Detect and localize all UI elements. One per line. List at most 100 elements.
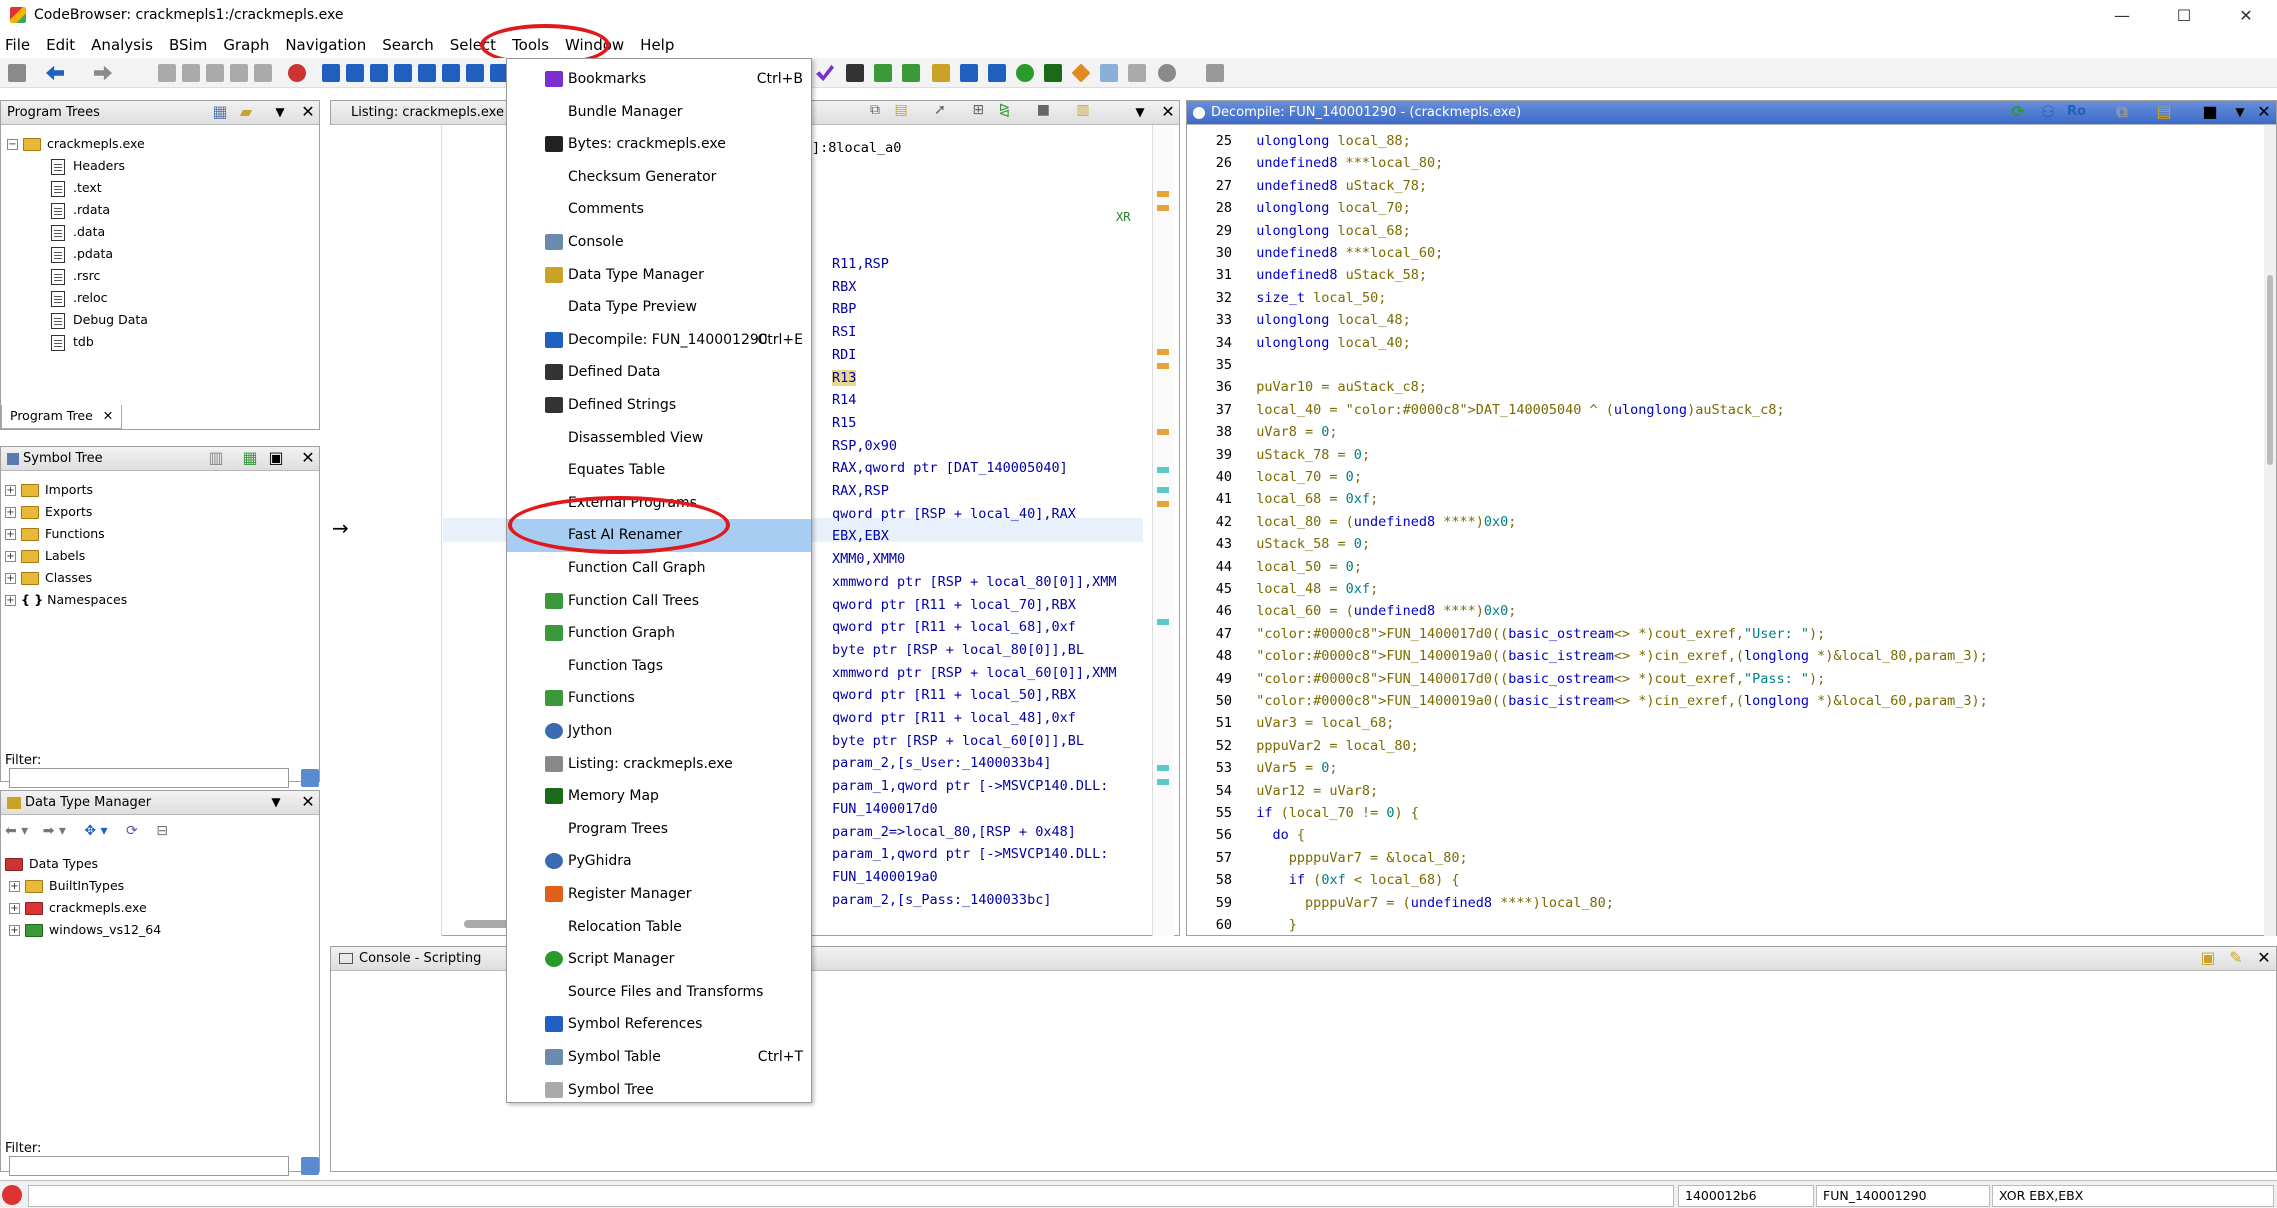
tool-icon-e[interactable]	[960, 64, 978, 82]
tree-item-exports[interactable]: + Exports	[5, 501, 127, 523]
decompile-line[interactable]: 56 do {	[1190, 824, 1305, 846]
menu-item-defined-strings[interactable]: Defined Strings	[507, 389, 811, 422]
tree-root[interactable]: − crackmepls.exe	[7, 133, 148, 155]
listing-operand-row[interactable]: xmmword ptr [RSP + local_60[0]],XMM	[832, 665, 1116, 681]
back-arrow-icon[interactable]	[46, 65, 64, 81]
highlight-marker[interactable]	[1157, 779, 1169, 785]
tree-item[interactable]: .pdata	[7, 243, 148, 265]
decompile-line[interactable]: 31 undefined8 uStack_58;	[1190, 264, 1427, 286]
menu-item-console[interactable]: Console	[507, 226, 811, 259]
tool-icon-c[interactable]	[902, 64, 920, 82]
listing-operand-row[interactable]: RDI	[832, 347, 856, 363]
decompile-line[interactable]: 29 ulonglong local_68;	[1190, 220, 1411, 242]
menu-item-memory-map[interactable]: Memory Map	[507, 780, 811, 813]
highlight-marker[interactable]	[1157, 765, 1169, 771]
close-window-button[interactable]: ✕	[2215, 0, 2277, 30]
listing-operand-row[interactable]: RSI	[832, 324, 856, 340]
listing-operand-row[interactable]: param_2=>local_80,[RSP + 0x48]	[832, 824, 1076, 840]
tool-icon-j[interactable]	[1128, 64, 1146, 82]
listing-operand-row[interactable]: RSP,0x90	[832, 438, 897, 454]
listing-operand-row[interactable]: qword ptr [R11 + local_48],0xf	[832, 710, 1076, 726]
scroll-thumb[interactable]	[2267, 275, 2273, 465]
format-icon[interactable]: ⊞	[972, 102, 984, 118]
tool-icon-k[interactable]	[1158, 64, 1176, 82]
tree-item[interactable]: .reloc	[7, 287, 148, 309]
decompile-line[interactable]: 40 local_70 = 0;	[1190, 466, 1362, 488]
expand-icon[interactable]: +	[5, 529, 16, 540]
decompile-line[interactable]: 44 local_50 = 0;	[1190, 556, 1362, 578]
refresh-icon[interactable]: ⟳	[2009, 103, 2027, 121]
decompile-line[interactable]: 48 "color:#0000c8">FUN_1400019a0((basic_…	[1190, 645, 1988, 667]
listing-operand-row[interactable]: param_2,[s_Pass:_1400033bc]	[832, 892, 1051, 908]
graph-icon[interactable]: ⚇	[2039, 103, 2057, 121]
tree-item-imports[interactable]: + Imports	[5, 479, 127, 501]
decompile-line[interactable]: 57 ppppuVar7 = &local_80;	[1190, 847, 1468, 869]
menu-item-defined-data[interactable]: Defined Data	[507, 356, 811, 389]
navigate-icon[interactable]: ▦	[241, 449, 259, 467]
decompile-vscrollbar[interactable]	[2264, 125, 2276, 936]
listing-operand-row[interactable]: qword ptr [R11 + local_68],0xf	[832, 619, 1076, 635]
decompile-line[interactable]: 55 if (local_70 != 0) {	[1190, 802, 1419, 824]
tree-item[interactable]: + BuiltInTypes	[5, 875, 161, 897]
decompile-line[interactable]: 51 uVar3 = local_68;	[1190, 712, 1395, 734]
menu-edit[interactable]: Edit	[38, 34, 83, 56]
filter-options-icon[interactable]	[301, 1157, 319, 1175]
menu-item-symbol-references[interactable]: Symbol References	[507, 1008, 811, 1041]
lock-icon[interactable]: ▣	[2199, 949, 2217, 967]
listing-operand-row[interactable]: qword ptr [R11 + local_70],RBX	[832, 597, 1076, 613]
decompile-line[interactable]: 45 local_48 = 0xf;	[1190, 578, 1378, 600]
listing-operand-row[interactable]: qword ptr [RSP + local_40],RAX	[832, 506, 1076, 522]
menu-item-function-call-trees[interactable]: Function Call Trees	[507, 585, 811, 618]
back-arrow-icon[interactable]: ⬅ ▾	[5, 823, 28, 839]
bookmark-marker[interactable]	[1157, 501, 1169, 507]
checkmark-tool-icon[interactable]	[816, 64, 834, 82]
menu-help[interactable]: Help	[632, 34, 682, 56]
tool-icon-f[interactable]	[988, 64, 1006, 82]
decompile-line[interactable]: 26 undefined8 ***local_80;	[1190, 152, 1443, 174]
listing-operand-row[interactable]: param_1,qword ptr [->MSVCP140.DLL:	[832, 778, 1108, 794]
snapshot-icon[interactable]: ■	[2201, 103, 2219, 121]
tool-icon-d[interactable]	[932, 64, 950, 82]
listing-operand-row[interactable]: RAX,qword ptr [DAT_140005040]	[832, 460, 1068, 476]
decompile-line[interactable]: 37 local_40 = "color:#0000c8">DAT_140005…	[1190, 399, 1785, 421]
menu-navigation[interactable]: Navigation	[277, 34, 374, 56]
copy-icon[interactable]: ⧉	[870, 102, 880, 118]
menu-item-relocation-table[interactable]: Relocation Table	[507, 911, 811, 944]
cursor-icon[interactable]: ➚	[934, 102, 946, 118]
menu-item-program-trees[interactable]: Program Trees	[507, 813, 811, 846]
edit-icon[interactable]: ▤	[2155, 103, 2173, 121]
menu-item-functions[interactable]: Functions	[507, 682, 811, 715]
decompile-line[interactable]: 34 ulonglong local_40;	[1190, 332, 1411, 354]
bookmark-marker[interactable]	[1157, 191, 1169, 197]
nav-icon-11[interactable]	[442, 64, 460, 82]
chevron-down-icon[interactable]: ▼	[2231, 103, 2249, 121]
menu-item-register-manager[interactable]: Register Manager	[507, 878, 811, 911]
tool-icon-g[interactable]	[1044, 64, 1062, 82]
decompile-line[interactable]: 41 local_68 = 0xf;	[1190, 488, 1378, 510]
listing-operand-row[interactable]: XMM0,XMM0	[832, 551, 905, 567]
nav-icon-9[interactable]	[394, 64, 412, 82]
menu-item-script-manager[interactable]: Script Manager	[507, 943, 811, 976]
collapse-icon[interactable]: −	[7, 139, 18, 150]
decompile-line[interactable]: 43 uStack_58 = 0;	[1190, 533, 1370, 555]
menu-analysis[interactable]: Analysis	[83, 34, 161, 56]
run-icon[interactable]	[1016, 64, 1034, 82]
menu-item-symbol-tree[interactable]: Symbol Tree	[507, 1074, 811, 1107]
decompile-line[interactable]: 52 pppuVar2 = local_80;	[1190, 735, 1419, 757]
decompile-line[interactable]: 25 ulonglong local_88;	[1190, 130, 1411, 152]
chevron-down-icon[interactable]: ▼	[1131, 103, 1149, 121]
tool-icon-b[interactable]	[874, 64, 892, 82]
menu-item-jython[interactable]: Jython	[507, 715, 811, 748]
forward-arrow-icon[interactable]: ➡ ▾	[43, 823, 66, 839]
tree-item-labels[interactable]: + Labels	[5, 545, 127, 567]
menu-item-disassembled-view[interactable]: Disassembled View	[507, 422, 811, 455]
decompile-line[interactable]: 58 if (0xf < local_68) {	[1190, 869, 1460, 891]
close-icon[interactable]: ✕	[1159, 103, 1177, 121]
filter-options-icon[interactable]	[301, 769, 319, 787]
save-icon[interactable]	[8, 64, 26, 82]
menu-item-equates-table[interactable]: Equates Table	[507, 454, 811, 487]
close-icon[interactable]: ✕	[2255, 103, 2273, 121]
menu-search[interactable]: Search	[374, 34, 442, 56]
expand-icon[interactable]: +	[5, 573, 16, 584]
expand-icon[interactable]: +	[5, 507, 16, 518]
